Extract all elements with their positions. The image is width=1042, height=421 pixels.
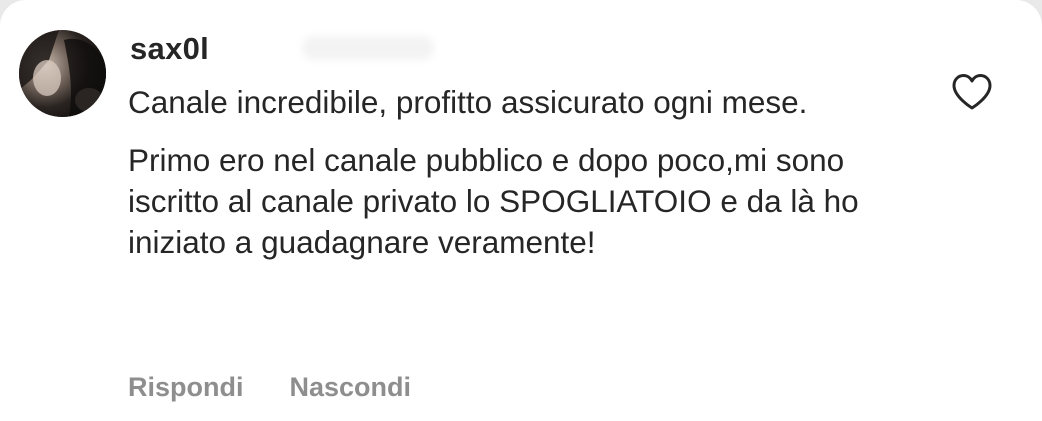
comment-card: sax0l Canale incredibile, profitto assic… — [0, 0, 1042, 421]
heart-outline-icon — [952, 74, 992, 110]
avatar[interactable] — [19, 30, 106, 117]
comment-text: Canale incredibile, profitto assicurato … — [128, 82, 888, 263]
comment-paragraph: Canale incredibile, profitto assicurato … — [128, 84, 808, 120]
heart-icon[interactable] — [951, 73, 993, 111]
redacted-timestamp — [302, 36, 434, 60]
comment-actions: Rispondi Nascondi — [128, 372, 411, 403]
comment-username[interactable]: sax0l — [130, 31, 209, 67]
hide-button[interactable]: Nascondi — [290, 372, 412, 403]
reply-button[interactable]: Rispondi — [128, 372, 244, 403]
comment-paragraph: Primo ero nel canale pubblico e dopo poc… — [128, 142, 859, 260]
avatar-photo — [19, 30, 106, 117]
